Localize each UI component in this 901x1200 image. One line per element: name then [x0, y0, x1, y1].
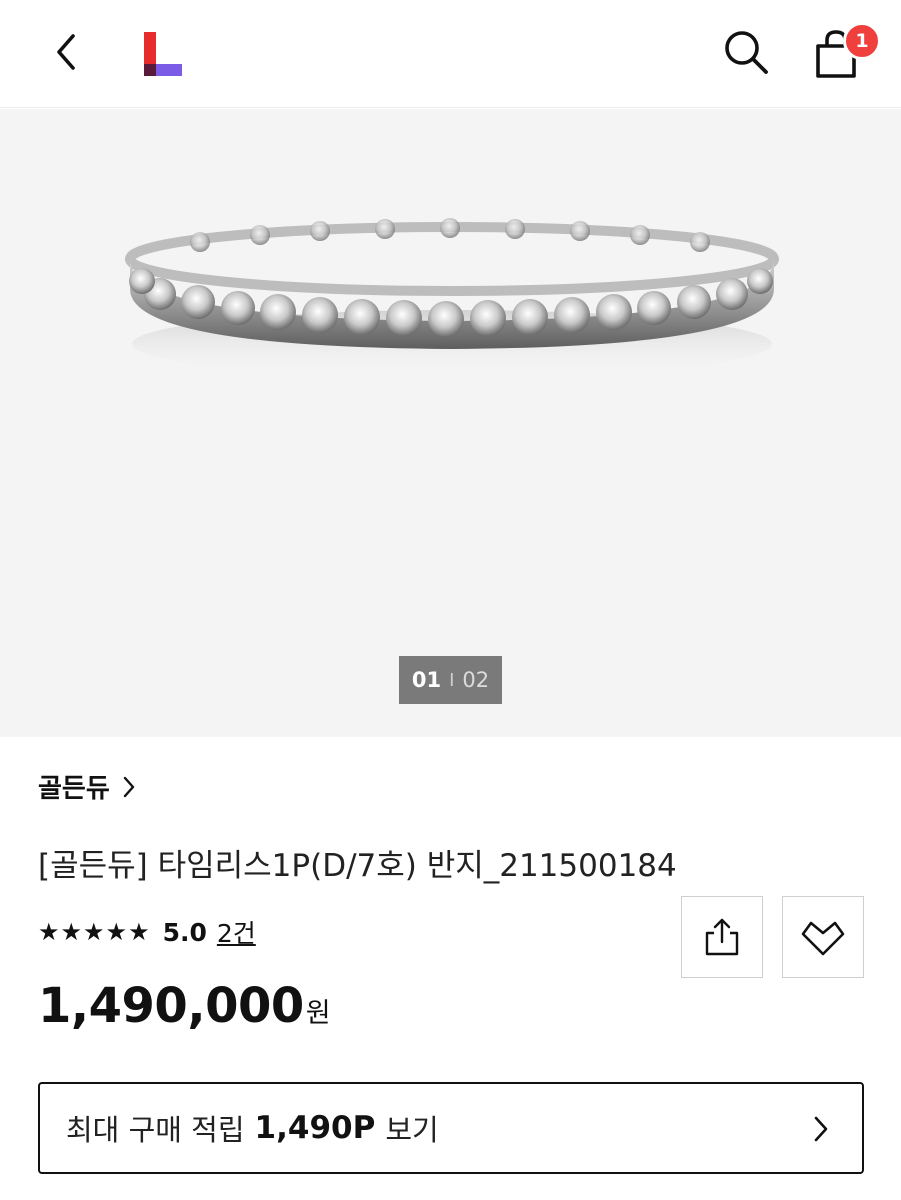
pager-total: 02 — [462, 668, 490, 692]
product-image-ring — [125, 218, 779, 378]
image-pager: 01 I 02 — [399, 656, 502, 704]
price-amount: 1,490,000 — [38, 978, 304, 1034]
share-button[interactable] — [681, 896, 763, 978]
review-count-link[interactable]: 2건 — [217, 914, 256, 950]
brand-link[interactable]: 골든듀 — [38, 768, 136, 805]
chevron-left-icon — [57, 34, 75, 70]
rating-score: 5.0 — [162, 917, 207, 947]
pager-current: 01 — [411, 668, 442, 692]
cart-button[interactable]: 1 — [806, 20, 881, 82]
points-amount: 1,490P — [254, 1110, 376, 1146]
heart-icon — [801, 921, 845, 956]
search-button[interactable] — [716, 24, 776, 80]
product-title: [골든듀] 타임리스1P(D/7호) 반지_211500184 — [38, 848, 677, 884]
brand-name: 골든듀 — [38, 774, 110, 804]
product-price: 1,490,000 원 — [38, 978, 331, 1034]
brand-logo[interactable] — [140, 30, 186, 80]
wishlist-button[interactable] — [782, 896, 864, 978]
points-prefix: 최대 구매 적립 — [66, 1113, 245, 1147]
price-currency: 원 — [305, 998, 331, 1029]
chevron-right-icon — [123, 776, 134, 797]
product-image-gallery[interactable]: 01 I 02 — [0, 109, 901, 737]
product-rating: ★★★★★ 5.0 2건 — [38, 912, 256, 952]
back-button[interactable] — [40, 26, 92, 78]
cart-count-badge: 1 — [843, 22, 881, 60]
chevron-right-icon — [814, 1116, 828, 1142]
search-icon — [725, 31, 768, 74]
points-suffix: 보기 — [385, 1113, 439, 1147]
max-points-button[interactable]: 최대 구매 적립 1,490P 보기 — [38, 1082, 864, 1174]
pager-separator: I — [449, 669, 455, 691]
top-header: 1 — [0, 0, 901, 108]
share-icon — [705, 918, 739, 956]
rating-stars: ★★★★★ — [38, 918, 151, 946]
